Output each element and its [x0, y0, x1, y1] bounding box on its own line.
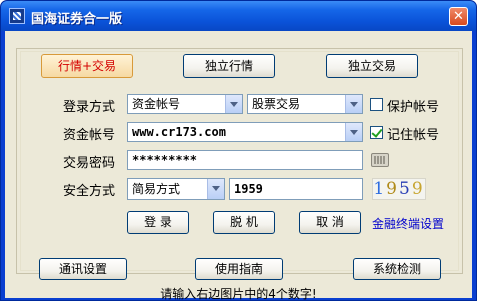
- protect-account-checkbox[interactable]: [370, 98, 383, 111]
- user-guide-button[interactable]: 使用指南: [195, 258, 283, 280]
- keyboard-icon[interactable]: [371, 153, 389, 167]
- chevron-down-icon[interactable]: [345, 123, 362, 141]
- status-message: 请输入右边图片中的4个数字!: [160, 287, 317, 301]
- security-mode-label: 安全方式: [63, 184, 116, 199]
- security-mode-value: 简易方式: [132, 182, 181, 196]
- close-button[interactable]: ✕: [449, 7, 468, 26]
- captcha-image[interactable]: 1959: [372, 178, 426, 200]
- login-mode-select[interactable]: 资金帐号: [127, 94, 243, 114]
- remember-account-checkbox[interactable]: [370, 126, 383, 139]
- remember-account-label: 记住帐号: [387, 128, 440, 143]
- tab-quote-trade[interactable]: 行情+交易: [41, 54, 133, 78]
- login-panel: 行情+交易 独立行情 独立交易 登录方式 资金帐号 股票交易 保护帐号 资金帐号…: [16, 48, 463, 274]
- password-label: 交易密码: [63, 156, 116, 171]
- password-field[interactable]: *********: [127, 150, 363, 170]
- chevron-down-icon[interactable]: [225, 95, 242, 113]
- login-mode-label: 登录方式: [63, 100, 116, 115]
- captcha-input[interactable]: 1959: [229, 178, 363, 200]
- dialog-body: 行情+交易 独立行情 独立交易 登录方式 资金帐号 股票交易 保护帐号 资金帐号…: [5, 31, 472, 301]
- account-combobox[interactable]: www.cr173.com: [127, 122, 363, 142]
- chevron-down-icon[interactable]: [207, 179, 224, 199]
- system-check-button[interactable]: 系统检测: [353, 258, 441, 280]
- app-logo-icon: [9, 8, 25, 24]
- account-value: www.cr173.com: [132, 125, 226, 139]
- offline-button[interactable]: 脱 机: [213, 211, 275, 234]
- chevron-down-icon[interactable]: [345, 95, 362, 113]
- protect-account-label: 保护帐号: [387, 100, 440, 115]
- account-label: 资金帐号: [63, 128, 116, 143]
- security-mode-select[interactable]: 简易方式: [127, 178, 225, 200]
- login-window: 国海证券合一版 ✕ 行情+交易 独立行情 独立交易 登录方式 资金帐号 股票交易…: [0, 0, 477, 301]
- cancel-button[interactable]: 取 消: [299, 211, 361, 234]
- tab-quote-only[interactable]: 独立行情: [183, 54, 275, 78]
- market-select[interactable]: 股票交易: [247, 94, 363, 114]
- window-title: 国海证券合一版: [31, 12, 123, 27]
- terminal-settings-link[interactable]: 金融终端设置: [372, 215, 444, 232]
- title-bar[interactable]: 国海证券合一版 ✕: [1, 1, 476, 31]
- login-mode-value: 资金帐号: [132, 97, 181, 111]
- login-button[interactable]: 登 录: [127, 211, 189, 234]
- market-value: 股票交易: [252, 97, 301, 111]
- tab-trade-only[interactable]: 独立交易: [326, 54, 418, 78]
- comm-settings-button[interactable]: 通讯设置: [39, 258, 127, 280]
